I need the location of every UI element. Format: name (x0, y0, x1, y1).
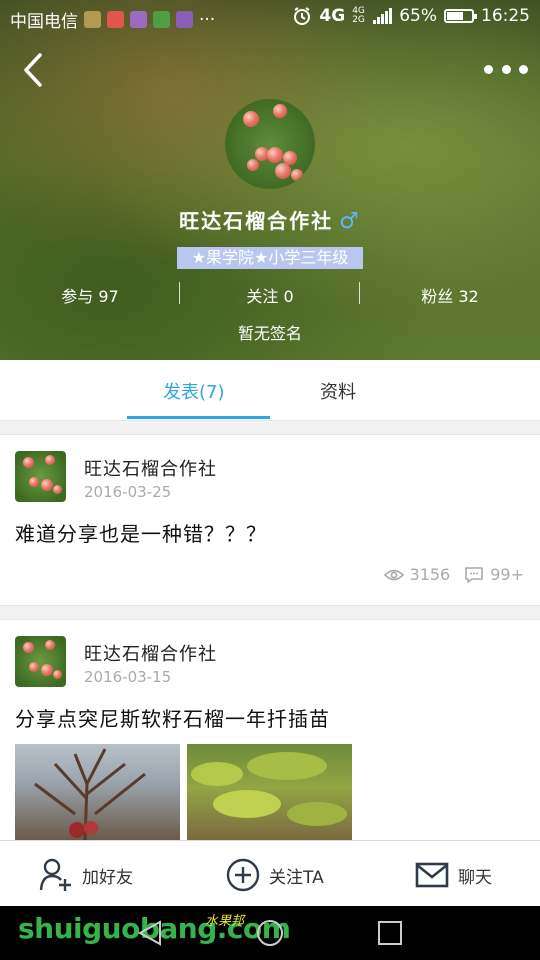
follow-label: 关注TA (269, 867, 324, 888)
stat-value: 97 (98, 287, 119, 306)
stat-divider (359, 282, 360, 304)
active-tab-indicator (127, 416, 270, 419)
network-type-small: 4G 2G (352, 6, 365, 25)
profile-avatar[interactable] (225, 99, 315, 189)
post-date: 2016-03-15 (84, 668, 172, 686)
views-eye-icon (383, 569, 404, 580)
gallery-notification-icon (130, 11, 147, 28)
more-dot-icon (501, 64, 511, 74)
chat-label: 聊天 (458, 867, 492, 888)
system-nav-bar: shuiguobang.com 水果邦 (0, 906, 540, 960)
stat-participation[interactable]: 参与 97 (30, 283, 150, 307)
battery-icon (444, 9, 477, 23)
watermark-text-cn: 水果邦 (205, 914, 245, 929)
stat-value: 32 (458, 287, 479, 306)
comment-count: 99+ (490, 565, 524, 584)
chevron-left-icon (24, 53, 42, 87)
profile-header: 中国电信 ··· 4G 4G 2G 65% 16:25 旺达石榴合作社 ♂ ★果… (0, 0, 540, 360)
tab-posts[interactable]: 发表(7) (163, 378, 225, 404)
post-author-avatar[interactable] (15, 636, 66, 687)
alarm-icon (294, 7, 311, 25)
add-friend-label: 加好友 (82, 867, 133, 888)
stat-divider (179, 282, 180, 304)
post-card[interactable]: 旺达石榴合作社 2016-03-15 分享点突尼斯软籽石榴一年扦插苗 (0, 619, 540, 861)
more-dot-icon (484, 64, 493, 74)
more-options-button[interactable] (484, 56, 528, 82)
more-dot-icon (519, 64, 528, 74)
stat-label: 粉丝 (421, 287, 454, 306)
plus-circle-icon (226, 858, 260, 892)
stat-label: 关注 (246, 287, 279, 306)
seedling-field-image (191, 752, 347, 826)
post-date: 2016-03-25 (84, 483, 172, 501)
stat-followers[interactable]: 粉丝 32 (390, 283, 510, 307)
profile-signature: 暂无签名 (237, 324, 302, 343)
stat-value: 0 (283, 287, 294, 306)
app-notification-icon (176, 11, 193, 28)
tab-profile-info[interactable]: 资料 (320, 378, 356, 404)
sapling-branches-image (34, 748, 146, 840)
network-type-label: 4G (319, 6, 346, 26)
stat-label: 参与 (61, 287, 94, 306)
app-notification-icon (107, 11, 124, 28)
view-count: 3156 (409, 565, 451, 584)
profile-stats: 参与 97 关注 0 粉丝 32 (0, 280, 540, 306)
nav-recents-icon[interactable] (376, 919, 404, 947)
profile-name: 旺达石榴合作社 (179, 209, 334, 233)
profile-name-row: 旺达石榴合作社 ♂ (0, 205, 540, 234)
post-card[interactable]: 旺达石榴合作社 2016-03-25 难道分享也是一种错？？？ 3156 99+ (0, 434, 540, 606)
clock: 16:25 (481, 6, 530, 26)
nav-home-icon[interactable] (255, 918, 285, 948)
level-badge: ★果学院★小学三年级 (177, 247, 363, 269)
carrier-label: 中国电信 (10, 12, 78, 32)
nav-back-icon[interactable] (136, 919, 164, 947)
post-text: 难道分享也是一种错？？？ (15, 522, 267, 546)
mail-icon (415, 862, 449, 888)
post-author-name[interactable]: 旺达石榴合作社 (84, 640, 217, 666)
comment-icon (465, 566, 484, 583)
signal-icon (373, 8, 393, 24)
profile-tabs: 发表(7) 资料 (0, 360, 540, 421)
app-notification-icon (84, 11, 101, 28)
more-notifications-icon: ··· (199, 9, 216, 30)
post-author-name[interactable]: 旺达石榴合作社 (84, 455, 217, 481)
chat-button[interactable]: 聊天 (414, 857, 492, 893)
add-friend-button[interactable]: 加好友 (38, 857, 133, 893)
app-notification-icon (153, 11, 170, 28)
back-button[interactable] (18, 50, 52, 90)
stat-following[interactable]: 关注 0 (210, 283, 330, 307)
follow-button[interactable]: 关注TA (225, 857, 324, 893)
post-author-avatar[interactable] (15, 451, 66, 502)
status-bar: 中国电信 ··· 4G 4G 2G 65% 16:25 (0, 0, 540, 36)
post-text: 分享点突尼斯软籽石榴一年扦插苗 (15, 707, 330, 731)
male-gender-icon: ♂ (339, 209, 361, 234)
post-image-thumbnail[interactable] (187, 744, 352, 840)
battery-percent: 65% (399, 6, 437, 26)
post-meta: 3156 99+ (383, 565, 524, 584)
add-friend-icon (39, 858, 71, 891)
action-bar: 加好友 关注TA 聊天 (0, 840, 540, 907)
post-image-thumbnail[interactable] (15, 744, 180, 840)
